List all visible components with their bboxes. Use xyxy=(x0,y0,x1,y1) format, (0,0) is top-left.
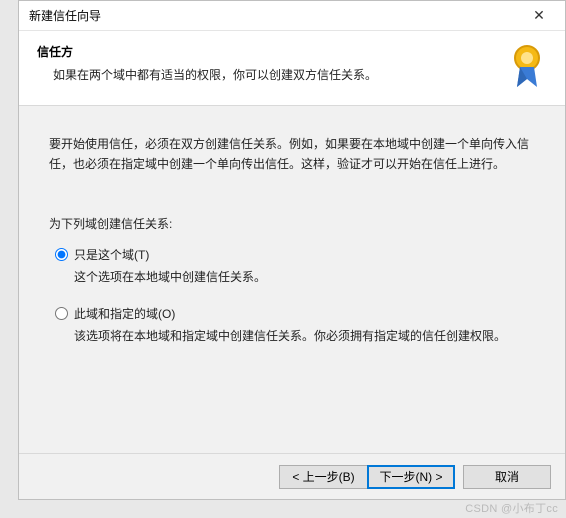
radio-option-both-domains[interactable]: 此域和指定的域(O) 该选项将在本地域和指定域中创建信任关系。你必须拥有指定域的… xyxy=(55,305,535,346)
close-icon: ✕ xyxy=(533,7,545,24)
radio-desc-this-domain: 这个选项在本地域中创建信任关系。 xyxy=(74,268,266,287)
radio-label-both-domains: 此域和指定的域(O) xyxy=(74,305,506,323)
instruction-text: 要开始使用信任，必须在双方创建信任关系。例如，如果要在本地域中创建一个单向传入信… xyxy=(49,134,535,175)
radio-option-this-domain[interactable]: 只是这个域(T) 这个选项在本地域中创建信任关系。 xyxy=(55,246,535,287)
nav-button-pair: < 上一步(B) 下一步(N) > xyxy=(279,465,455,489)
radio-input-both-domains[interactable] xyxy=(55,307,68,320)
header-text-block: 信任方 如果在两个域中都有适当的权限，你可以创建双方信任关系。 xyxy=(37,43,507,84)
wizard-footer: < 上一步(B) 下一步(N) > 取消 xyxy=(19,453,565,499)
award-ribbon-icon xyxy=(507,43,547,91)
header-subtitle: 如果在两个域中都有适当的权限，你可以创建双方信任关系。 xyxy=(53,66,507,84)
close-button[interactable]: ✕ xyxy=(519,2,559,30)
header-heading: 信任方 xyxy=(37,43,507,60)
trust-side-radio-group: 只是这个域(T) 这个选项在本地域中创建信任关系。 此域和指定的域(O) 该选项… xyxy=(55,246,535,346)
radio-desc-both-domains: 该选项将在本地域和指定域中创建信任关系。你必须拥有指定域的信任创建权限。 xyxy=(74,327,506,346)
window-title: 新建信任向导 xyxy=(29,7,101,24)
radio-input-this-domain[interactable] xyxy=(55,248,68,261)
wizard-header: 信任方 如果在两个域中都有适当的权限，你可以创建双方信任关系。 xyxy=(19,31,565,106)
watermark-text: CSDN @小布丁cc xyxy=(465,500,558,516)
titlebar: 新建信任向导 ✕ xyxy=(19,1,565,31)
wizard-dialog: 新建信任向导 ✕ 信任方 如果在两个域中都有适当的权限，你可以创建双方信任关系。… xyxy=(18,0,566,500)
wizard-content: 要开始使用信任，必须在双方创建信任关系。例如，如果要在本地域中创建一个单向传入信… xyxy=(19,106,565,453)
radio-label-this-domain: 只是这个域(T) xyxy=(74,246,266,264)
back-button[interactable]: < 上一步(B) xyxy=(279,465,367,489)
section-label: 为下列域创建信任关系: xyxy=(49,215,535,232)
cancel-button[interactable]: 取消 xyxy=(463,465,551,489)
next-button[interactable]: 下一步(N) > xyxy=(367,465,455,489)
